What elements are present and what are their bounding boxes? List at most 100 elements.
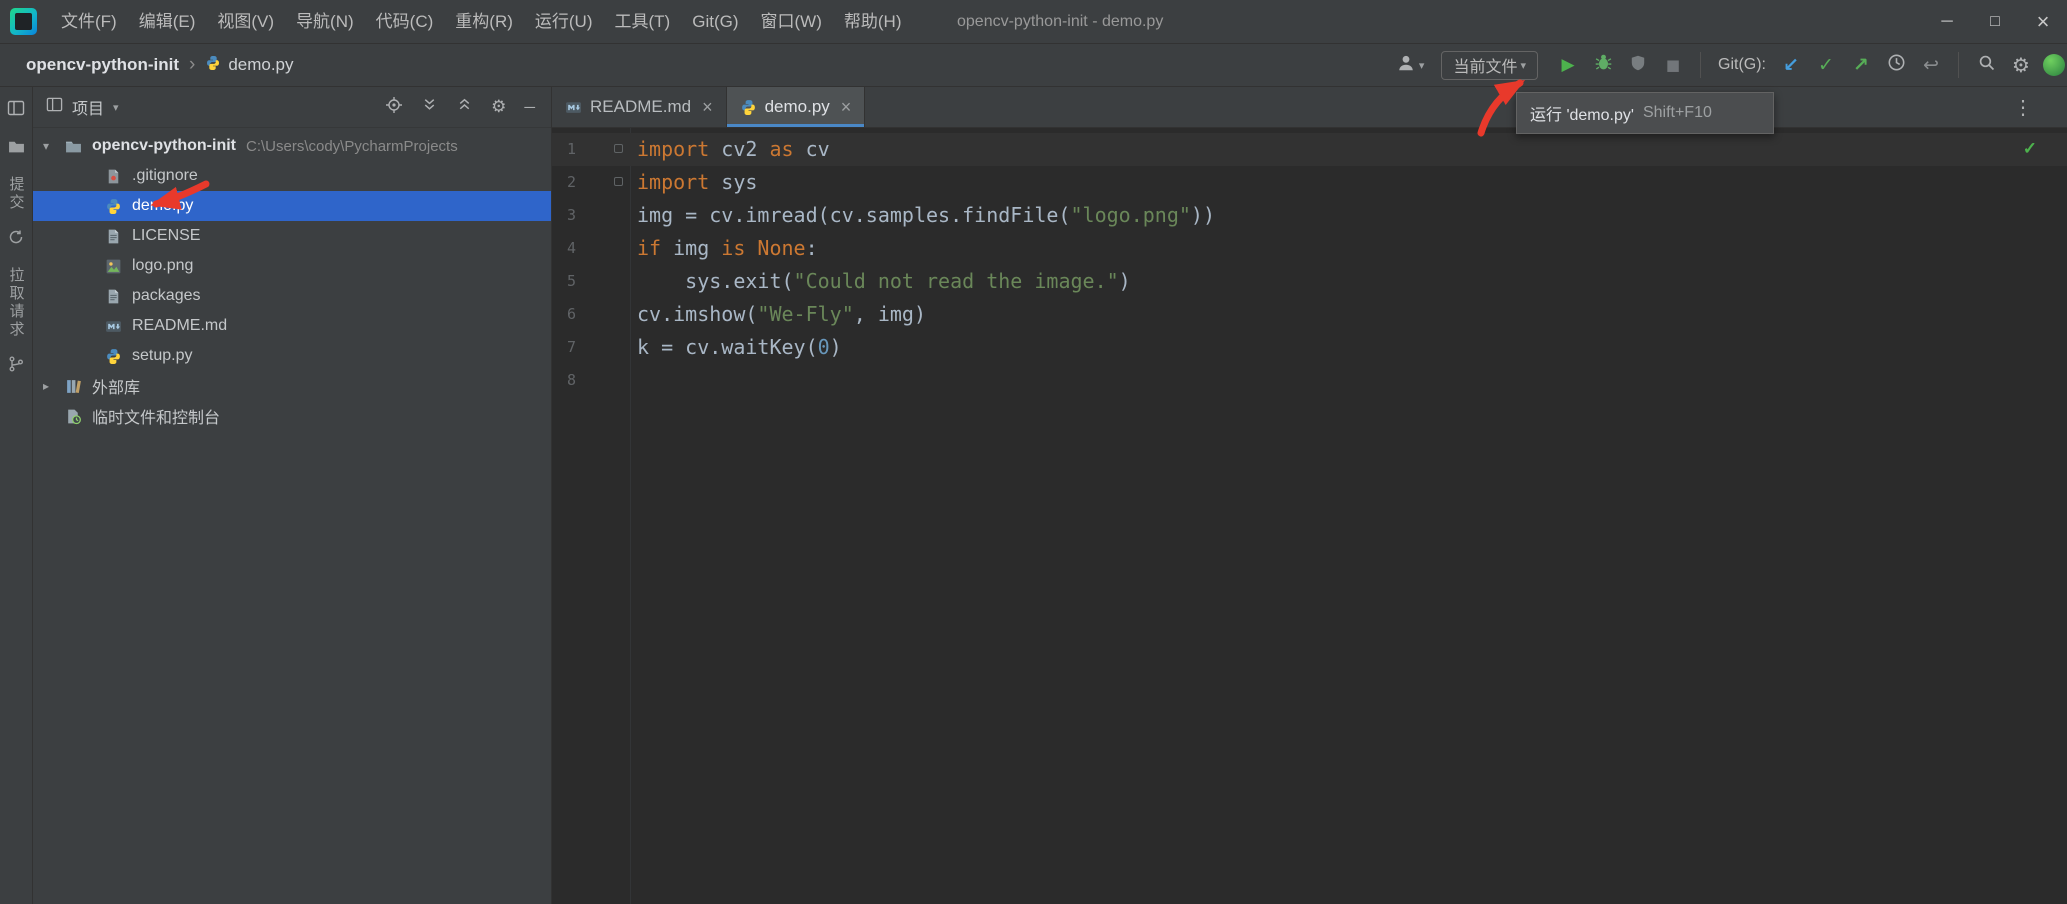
git-commit-button[interactable]: ✓ xyxy=(1813,51,1839,79)
menu-编辑(E)[interactable]: 编辑(E) xyxy=(128,0,207,43)
project-panel-title[interactable]: 项目 xyxy=(72,95,104,119)
coverage-button[interactable] xyxy=(1625,51,1651,79)
pull-requests-tool-label[interactable]: 拉取请求 xyxy=(6,267,27,339)
project-panel-header: 项目 ▾ ⚙ ─ xyxy=(33,87,551,128)
libraries-icon xyxy=(65,378,90,395)
code-text: if img is None: xyxy=(637,232,818,265)
run-button[interactable]: ▶ xyxy=(1555,51,1581,79)
markdown-icon xyxy=(565,99,582,116)
chevron-down-icon[interactable]: ▾ xyxy=(43,139,65,153)
tab-options-icon[interactable]: ⋮ xyxy=(2013,87,2033,127)
code-text: k = cv.waitKey(0) xyxy=(637,331,842,364)
account-avatar-icon[interactable] xyxy=(2043,54,2065,76)
git-branch-icon[interactable] xyxy=(7,355,25,378)
tree-item-LICENSE[interactable]: LICENSE xyxy=(33,221,551,251)
tooltip-shortcut: Shift+F10 xyxy=(1643,104,1712,122)
menu-Git(G)[interactable]: Git(G) xyxy=(681,0,749,43)
folder-icon xyxy=(65,138,90,155)
menu-视图(V)[interactable]: 视图(V) xyxy=(206,0,285,43)
maximize-button[interactable]: □ xyxy=(1971,0,2019,43)
code-line-8[interactable]: 8 xyxy=(552,364,2067,397)
editor-tab-bar: README.md× demo.py × ⋮ xyxy=(552,87,2067,128)
expand-all-button[interactable] xyxy=(421,96,438,118)
settings-button[interactable]: ⚙ xyxy=(2008,51,2034,79)
tab-README.md[interactable]: README.md× xyxy=(552,87,727,127)
code-line-5[interactable]: 5 sys.exit("Could not read the image.") xyxy=(552,265,2067,298)
inspection-check-icon[interactable]: ✓ xyxy=(2023,139,2037,159)
code-line-4[interactable]: 4if img is None: xyxy=(552,232,2067,265)
pull-requests-icon[interactable] xyxy=(7,228,25,251)
menu-窗口(W)[interactable]: 窗口(W) xyxy=(750,0,833,43)
git-rollback-button[interactable]: ↩ xyxy=(1918,51,1944,79)
code-text: sys.exit("Could not read the image.") xyxy=(637,265,1131,298)
python-icon xyxy=(105,348,130,365)
tree-item-临时文件和控制台[interactable]: 临时文件和控制台 xyxy=(33,401,551,431)
code-editor[interactable]: 1import cv2 as cv2import sys3img = cv.im… xyxy=(552,128,2067,904)
tree-item-.gitignore[interactable]: .gitignore xyxy=(33,161,551,191)
search-button[interactable] xyxy=(1973,51,1999,79)
menu-运行(U)[interactable]: 运行(U) xyxy=(524,0,604,43)
tab-close-icon[interactable]: × xyxy=(841,97,852,118)
fold-marker-icon[interactable] xyxy=(614,177,623,186)
tree-item-demo.py[interactable]: demo.py xyxy=(33,191,551,221)
menu-重构(R)[interactable]: 重构(R) xyxy=(444,0,524,43)
locate-file-button[interactable] xyxy=(385,96,403,119)
tab-demo.py[interactable]: demo.py × xyxy=(727,87,866,127)
tree-item-setup.py[interactable]: setup.py xyxy=(33,341,551,371)
collapse-all-button[interactable] xyxy=(456,96,473,118)
breadcrumb-file-label: demo.py xyxy=(228,55,293,75)
chevron-right-icon[interactable]: ▸ xyxy=(43,379,65,393)
menu-代码(C)[interactable]: 代码(C) xyxy=(365,0,445,43)
menu-帮助(H)[interactable]: 帮助(H) xyxy=(833,0,913,43)
line-number: 2 xyxy=(552,166,576,199)
tree-item-logo.png[interactable]: logo.png xyxy=(33,251,551,281)
close-button[interactable]: × xyxy=(2019,0,2067,43)
python-file-icon xyxy=(205,55,221,76)
panel-settings-button[interactable]: ⚙ xyxy=(491,97,506,117)
tab-label: demo.py xyxy=(765,97,830,117)
title-bar: 文件(F)编辑(E)视图(V)导航(N)代码(C)重构(R)运行(U)工具(T)… xyxy=(0,0,2067,44)
menu-导航(N)[interactable]: 导航(N) xyxy=(285,0,365,43)
tree-item-packages[interactable]: packages xyxy=(33,281,551,311)
tree-item-外部库[interactable]: ▸外部库 xyxy=(33,371,551,401)
python-icon xyxy=(740,99,757,116)
markdown-icon xyxy=(105,318,130,335)
folder-tool-icon[interactable] xyxy=(8,138,25,160)
code-line-1[interactable]: 1import cv2 as cv xyxy=(552,133,2067,166)
code-line-7[interactable]: 7 k = cv.waitKey(0) xyxy=(552,331,2067,364)
project-tool-icon[interactable] xyxy=(7,99,25,122)
tree-item-opencv-python-init[interactable]: ▾opencv-python-initC:\Users\cody\Pycharm… xyxy=(33,131,551,161)
left-tool-stripe: 提交 拉取请求 xyxy=(0,87,33,904)
fold-marker-icon[interactable] xyxy=(614,144,623,153)
image-icon xyxy=(105,258,130,275)
code-line-3[interactable]: 3img = cv.imread(cv.samples.findFile("lo… xyxy=(552,199,2067,232)
chevron-down-icon[interactable]: ▾ xyxy=(113,101,119,114)
editor-area: README.md×demo.py× ⋮ 1import cv2 as cv2i… xyxy=(552,87,2067,904)
line-number: 7 xyxy=(552,331,576,364)
tab-close-icon[interactable]: × xyxy=(702,97,713,118)
git-history-button[interactable] xyxy=(1883,51,1909,79)
git-label: Git(G): xyxy=(1718,56,1766,74)
git-update-button[interactable]: ↙ xyxy=(1778,51,1804,79)
minimize-button[interactable]: ─ xyxy=(1923,0,1971,43)
hide-panel-button[interactable]: ─ xyxy=(524,99,535,116)
pycharm-window: 文件(F)编辑(E)视图(V)导航(N)代码(C)重构(R)运行(U)工具(T)… xyxy=(0,0,2067,904)
file-icon xyxy=(105,288,130,305)
menu-文件(F)[interactable]: 文件(F) xyxy=(50,0,128,43)
tree-item-label: demo.py xyxy=(132,197,193,215)
breadcrumb-file[interactable]: demo.py xyxy=(205,55,293,76)
run-configuration-dropdown[interactable]: 当前文件 ▾ xyxy=(1441,51,1538,80)
git-push-button[interactable]: ↗ xyxy=(1848,51,1874,79)
breadcrumb-project[interactable]: opencv-python-init xyxy=(26,55,179,75)
debug-button[interactable] xyxy=(1590,51,1616,79)
code-text: import cv2 as cv xyxy=(637,133,830,166)
commit-tool-label[interactable]: 提交 xyxy=(6,176,27,212)
code-line-2[interactable]: 2import sys xyxy=(552,166,2067,199)
code-line-6[interactable]: 6cv.imshow("We-Fly", img) xyxy=(552,298,2067,331)
menu-工具(T)[interactable]: 工具(T) xyxy=(604,0,682,43)
pycharm-logo-icon xyxy=(10,8,37,35)
stop-button[interactable]: ■ xyxy=(1660,51,1686,79)
tree-item-README.md[interactable]: README.md xyxy=(33,311,551,341)
project-panel-toolbar: ⚙ ─ xyxy=(385,96,551,119)
user-dropdown[interactable]: ▾ xyxy=(1396,51,1425,79)
